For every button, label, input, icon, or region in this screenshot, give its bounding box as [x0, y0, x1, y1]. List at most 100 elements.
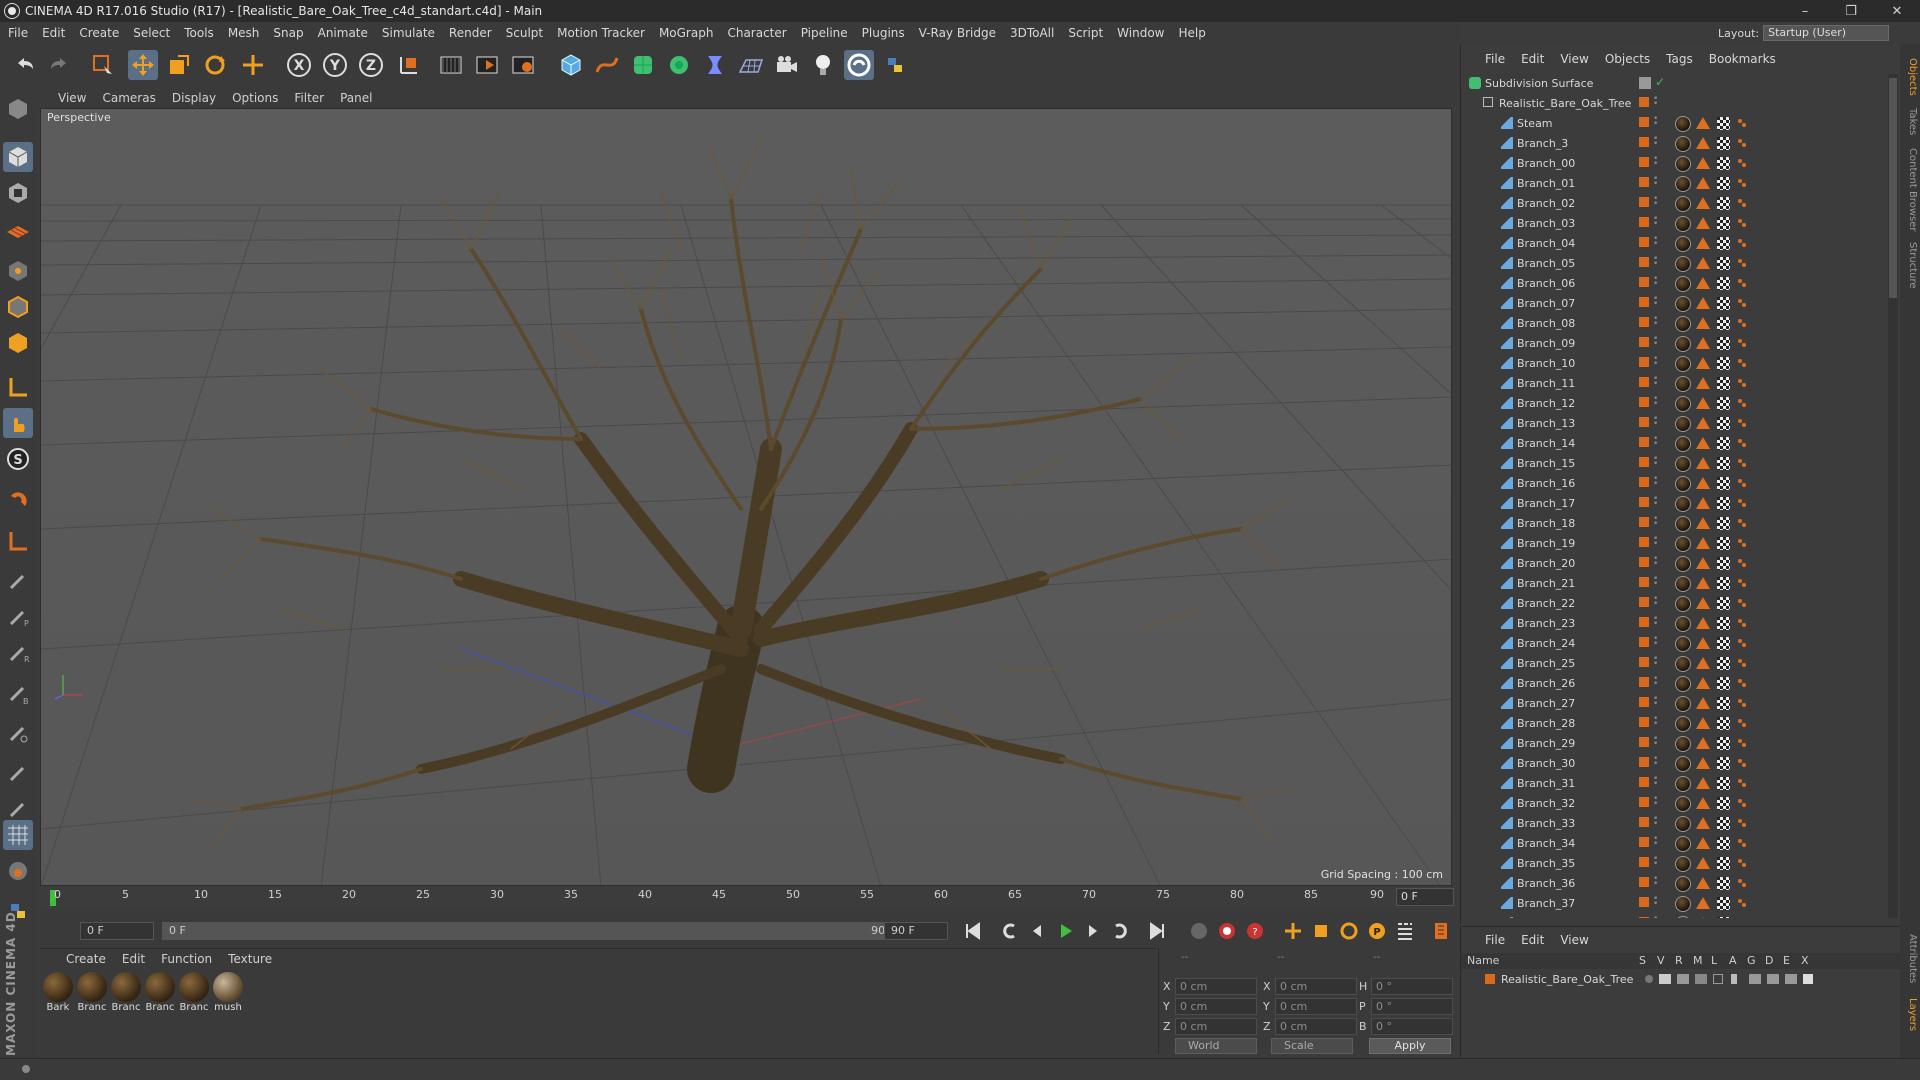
- object-row[interactable]: Branch_25 • •: [1461, 654, 1887, 674]
- rotation-b-field[interactable]: 0 °: [1371, 1018, 1453, 1035]
- previous-key-icon[interactable]: [996, 918, 1022, 944]
- material-tag-icon[interactable]: [1675, 836, 1691, 852]
- layer-col-solo[interactable]: S: [1639, 954, 1646, 967]
- menu-simulate[interactable]: Simulate: [382, 26, 435, 40]
- objects-menu-bookmarks[interactable]: Bookmarks: [1709, 52, 1776, 66]
- apply-button[interactable]: Apply: [1369, 1038, 1451, 1054]
- objects-menu-objects[interactable]: Objects: [1605, 52, 1650, 66]
- phong-tag-icon[interactable]: [1696, 797, 1710, 809]
- phong-tag-icon[interactable]: [1696, 237, 1710, 249]
- object-row[interactable]: Branch_16 • •: [1461, 474, 1887, 494]
- object-row[interactable]: Branch_03 • •: [1461, 214, 1887, 234]
- texture-tag-icon[interactable]: [1717, 257, 1730, 270]
- make-editable-icon[interactable]: [3, 94, 33, 124]
- selection-tag-icon[interactable]: [1737, 498, 1747, 508]
- menu-select[interactable]: Select: [133, 26, 170, 40]
- layer-color-swatch[interactable]: [1639, 457, 1649, 467]
- key-pla-icon[interactable]: [1392, 918, 1418, 944]
- layer-col-xrefs[interactable]: X: [1801, 954, 1809, 967]
- material-tag-icon[interactable]: [1675, 876, 1691, 892]
- scale-tool-icon[interactable]: [164, 50, 194, 80]
- x-axis-lock-icon[interactable]: X: [284, 50, 314, 80]
- layer-color-swatch[interactable]: [1639, 577, 1649, 587]
- visibility-dots-icon[interactable]: ••: [1653, 155, 1658, 169]
- phong-tag-icon[interactable]: [1696, 597, 1710, 609]
- layer-col-manager[interactable]: M: [1693, 954, 1703, 967]
- material-tag-icon[interactable]: [1675, 336, 1691, 352]
- layer-row[interactable]: Realistic_Bare_Oak_Tree: [1461, 971, 1901, 989]
- texture-tag-icon[interactable]: [1717, 557, 1730, 570]
- material-tag-icon[interactable]: [1675, 696, 1691, 712]
- visibility-dots-icon[interactable]: ••: [1653, 815, 1658, 829]
- visibility-dots-icon[interactable]: ••: [1653, 375, 1658, 389]
- visibility-dots-icon[interactable]: ••: [1653, 475, 1658, 489]
- phong-tag-icon[interactable]: [1696, 637, 1710, 649]
- live-selection-icon[interactable]: [88, 50, 118, 80]
- subdivision-surface-icon[interactable]: [628, 50, 658, 80]
- object-row[interactable]: Branch_3 • •: [1461, 134, 1887, 154]
- go-to-end-icon[interactable]: [1144, 918, 1170, 944]
- material-tag-icon[interactable]: [1675, 496, 1691, 512]
- visibility-dots-icon[interactable]: ••: [1653, 835, 1658, 849]
- layer-col-locked[interactable]: L: [1711, 954, 1717, 967]
- object-row[interactable]: Branch_15 • •: [1461, 454, 1887, 474]
- layer-color-swatch[interactable]: [1485, 974, 1495, 984]
- selection-tag-icon[interactable]: [1737, 538, 1747, 548]
- visibility-dots-icon[interactable]: ••: [1653, 195, 1658, 209]
- timeline-ruler[interactable]: 0 5 10 15 20 25 30 35 40 45 50 55 60 65 …: [40, 886, 1452, 908]
- layer-color-swatch[interactable]: [1639, 157, 1649, 167]
- layer-color-swatch[interactable]: [1639, 137, 1649, 147]
- material-tag-icon[interactable]: [1675, 596, 1691, 612]
- texture-tag-icon[interactable]: [1717, 117, 1730, 130]
- selection-tag-icon[interactable]: [1737, 258, 1747, 268]
- layer-deformers-toggle[interactable]: [1767, 974, 1779, 984]
- texture-mode-icon[interactable]: [3, 178, 33, 208]
- menu-3dtoall[interactable]: 3DToAll: [1010, 26, 1054, 40]
- phong-tag-icon[interactable]: [1696, 817, 1710, 829]
- object-row[interactable]: Branch_27 • •: [1461, 694, 1887, 714]
- paint-brush-icon[interactable]: B: [3, 678, 33, 708]
- end-frame-field[interactable]: 90 F: [884, 922, 948, 940]
- menu-edit[interactable]: Edit: [42, 26, 65, 40]
- material-tag-icon[interactable]: [1675, 536, 1691, 552]
- objects-menu-file[interactable]: File: [1485, 52, 1505, 66]
- object-row[interactable]: Branch_02 • •: [1461, 194, 1887, 214]
- scale-y-field[interactable]: 0 cm: [1275, 998, 1357, 1015]
- scale-x-field[interactable]: 0 cm: [1275, 978, 1357, 995]
- coordinate-system-icon[interactable]: [394, 50, 424, 80]
- layer-color-swatch[interactable]: [1639, 797, 1649, 807]
- selection-tag-icon[interactable]: [1737, 778, 1747, 788]
- layer-color-swatch[interactable]: [1639, 197, 1649, 207]
- selection-tag-icon[interactable]: [1737, 818, 1747, 828]
- texture-tag-icon[interactable]: [1717, 917, 1730, 918]
- layer-color-swatch[interactable]: [1639, 117, 1649, 127]
- layer-color-swatch[interactable]: [1639, 377, 1649, 387]
- selection-tag-icon[interactable]: [1737, 338, 1747, 348]
- visibility-dots-icon[interactable]: ••: [1653, 915, 1658, 919]
- texture-tag-icon[interactable]: [1717, 637, 1730, 650]
- phong-tag-icon[interactable]: [1696, 397, 1710, 409]
- menu-motion-tracker[interactable]: Motion Tracker: [557, 26, 645, 40]
- cloner-icon[interactable]: [664, 50, 694, 80]
- texture-tag-icon[interactable]: [1717, 177, 1730, 190]
- layer-view-toggle[interactable]: [1659, 974, 1671, 984]
- material-tag-icon[interactable]: [1675, 516, 1691, 532]
- object-row[interactable]: Branch_18 • •: [1461, 514, 1887, 534]
- material-swatch[interactable]: Branc: [144, 972, 176, 1013]
- phong-tag-icon[interactable]: [1696, 517, 1710, 529]
- phong-tag-icon[interactable]: [1696, 857, 1710, 869]
- visibility-dots-icon[interactable]: ••: [1653, 415, 1658, 429]
- menu-render[interactable]: Render: [449, 26, 492, 40]
- tab-content-browser[interactable]: Content Browser: [1902, 148, 1918, 231]
- visibility-dots-icon[interactable]: ••: [1653, 255, 1658, 269]
- layer-animation-toggle[interactable]: [1731, 974, 1737, 984]
- locked-workplane-icon[interactable]: [3, 526, 33, 556]
- texture-tag-icon[interactable]: [1717, 477, 1730, 490]
- selection-tag-icon[interactable]: [1737, 458, 1747, 468]
- layer-col-render[interactable]: R: [1675, 954, 1683, 967]
- menu-mograph[interactable]: MoGraph: [659, 26, 714, 40]
- key-scale-icon[interactable]: [1308, 918, 1334, 944]
- material-tag-icon[interactable]: [1675, 716, 1691, 732]
- layer-expressions-toggle[interactable]: [1785, 974, 1797, 984]
- size-mode-dropdown[interactable]: Scale: [1271, 1038, 1353, 1054]
